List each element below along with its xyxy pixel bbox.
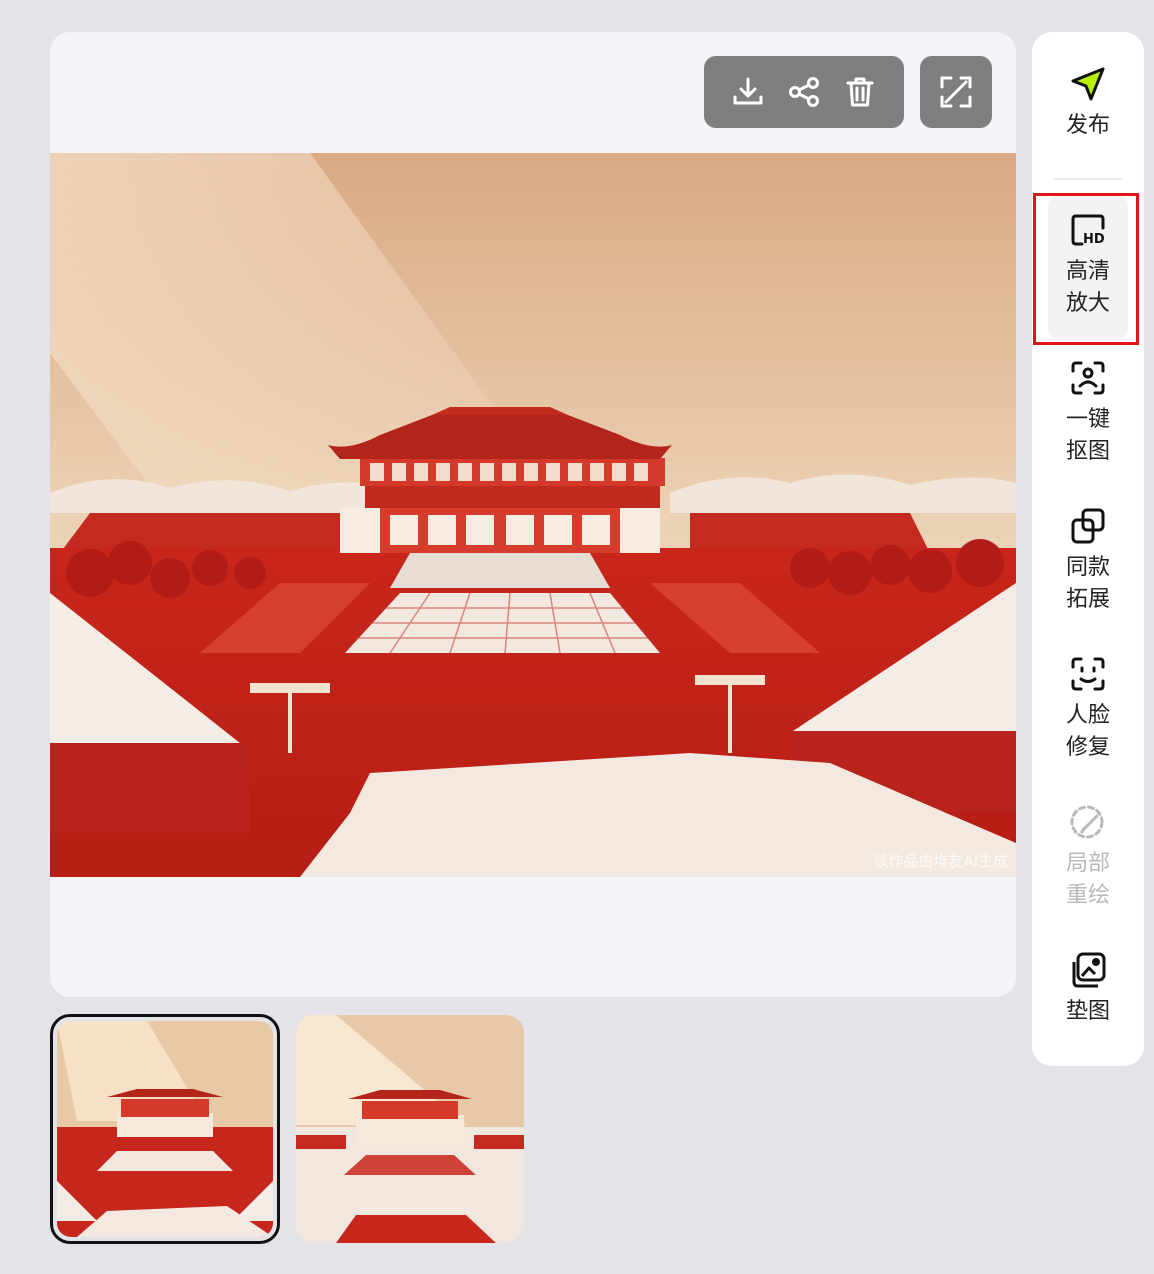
inpaint-button[interactable]: 局部 重绘 [1032, 802, 1144, 912]
cutout-icon [1068, 358, 1108, 398]
expand-similar-button[interactable]: 同款 拓展 [1032, 506, 1144, 616]
thumbnail-2[interactable] [296, 1015, 524, 1243]
download-icon[interactable] [730, 74, 766, 110]
face-repair-icon [1068, 654, 1108, 694]
hd-highlight-frame [1033, 193, 1139, 345]
face-repair-label-line2: 修复 [1065, 735, 1110, 760]
expand-similar-icon [1068, 506, 1108, 546]
cutout-label-line1: 一键 [1065, 407, 1110, 432]
cutout-label-line2: 抠图 [1065, 439, 1110, 464]
publish-button[interactable]: 发布 [1032, 64, 1144, 142]
generated-image[interactable] [50, 153, 1016, 877]
reference-image-button[interactable]: 垫图 [1032, 950, 1144, 1028]
share-icon[interactable] [786, 74, 822, 110]
expand-similar-label-line2: 拓展 [1065, 587, 1110, 612]
face-repair-label-line1: 人脸 [1065, 703, 1110, 728]
expand-button[interactable] [920, 56, 992, 128]
tool-sidebar: 发布 HD 高清 放大 一键 抠图 同款 拓展 人脸 修复 局部 重绘 垫图 [1032, 32, 1144, 1066]
image-preview-card: 该作品由堆友AI生成 [50, 32, 1016, 997]
inpaint-icon [1068, 802, 1108, 842]
publish-label: 发布 [1065, 113, 1110, 138]
thumbnail-1[interactable] [50, 1014, 280, 1244]
trash-icon[interactable] [842, 74, 878, 110]
ai-watermark: 该作品由堆友AI生成 [873, 852, 1008, 870]
send-icon [1068, 64, 1108, 104]
face-repair-button[interactable]: 人脸 修复 [1032, 654, 1144, 764]
sidebar-divider [1054, 178, 1122, 180]
reference-image-icon [1068, 950, 1108, 990]
image-toolbar [704, 56, 904, 128]
cutout-button[interactable]: 一键 抠图 [1032, 358, 1144, 468]
expand-similar-label-line1: 同款 [1065, 555, 1110, 580]
inpaint-label-line2: 重绘 [1065, 883, 1110, 908]
expand-icon [940, 76, 972, 108]
inpaint-label-line1: 局部 [1065, 851, 1110, 876]
reference-image-label: 垫图 [1065, 999, 1110, 1024]
